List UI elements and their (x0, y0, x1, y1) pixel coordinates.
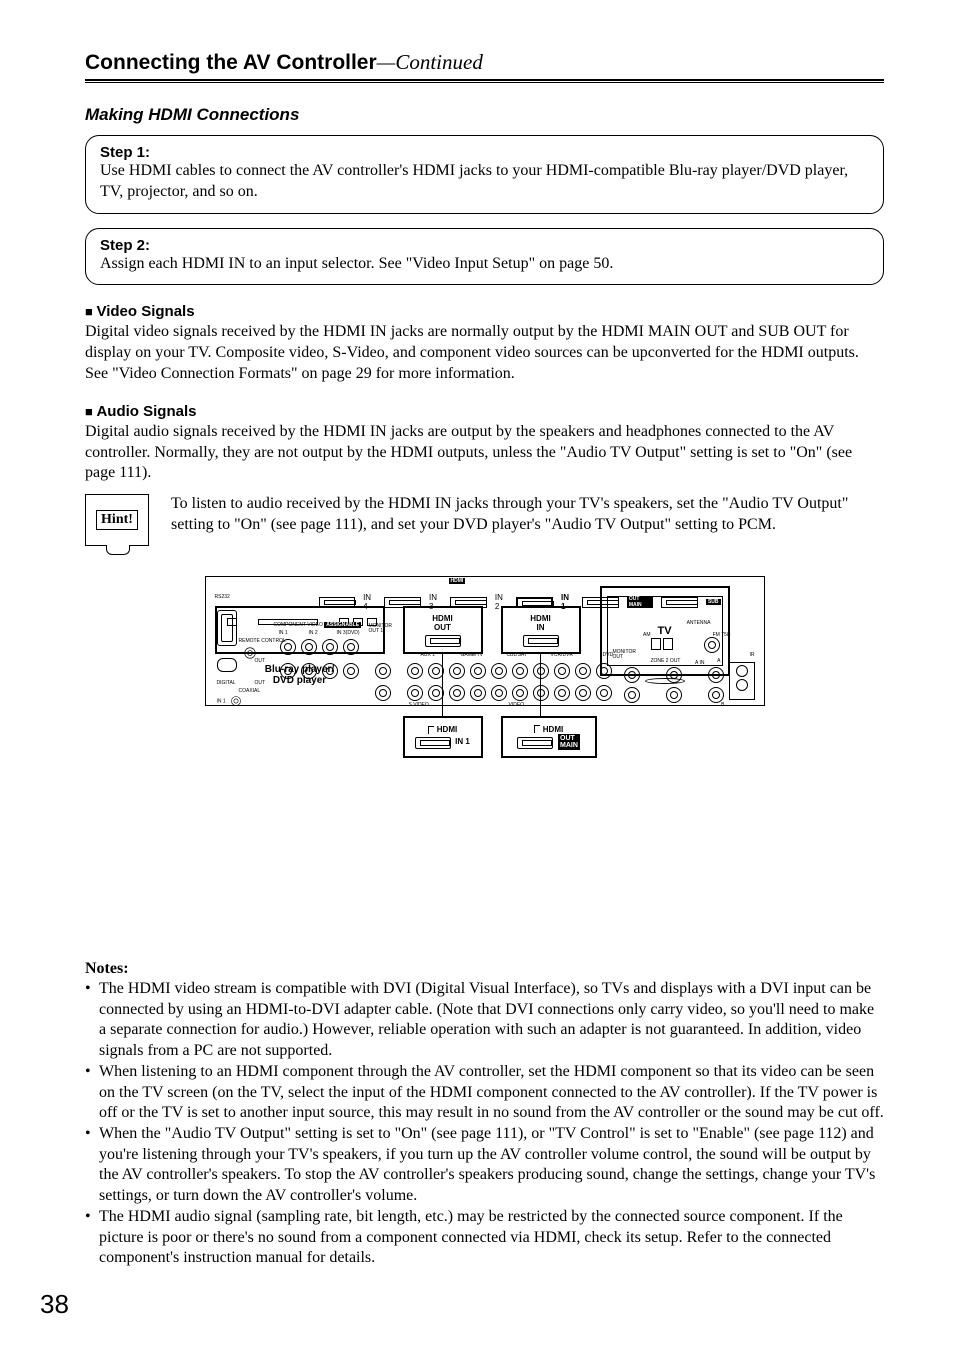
hint-label: Hint! (96, 510, 138, 530)
note-item: The HDMI video stream is compatible with… (85, 979, 884, 1061)
step-2-box: Step 2: Assign each HDMI IN to an input … (85, 228, 884, 286)
page-number: 38 (40, 1289, 69, 1320)
video-signals-text: Digital video signals received by the HD… (85, 322, 884, 384)
hint-text: To listen to audio received by the HDMI … (171, 494, 884, 536)
note-item: When the "Audio TV Output" setting is se… (85, 1124, 884, 1206)
diagram-rear-panel: HDMI IN 4 IN 3 IN 2 IN 1 OUT MAIN SUB RS… (205, 576, 765, 706)
header-title: Connecting the AV Controller (85, 51, 377, 74)
audio-signals-heading: Audio Signals (85, 403, 884, 420)
hint-row: Hint! To listen to audio received by the… (85, 494, 884, 546)
section-heading: Making HDMI Connections (85, 105, 884, 125)
step-1-text: Use HDMI cables to connect the AV contro… (100, 161, 869, 203)
notes-heading: Notes: (85, 960, 884, 978)
connection-diagram: Blu-ray player/ DVD player HDMI OUT HDMI… (205, 576, 765, 946)
audio-signals-text: Digital audio signals received by the HD… (85, 422, 884, 484)
page-header: Connecting the AV Controller—Continued (85, 50, 884, 81)
note-item: The HDMI audio signal (sampling rate, bi… (85, 1207, 884, 1268)
step-1-box: Step 1: Use HDMI cables to connect the A… (85, 135, 884, 214)
step-1-label: Step 1: (100, 144, 869, 161)
header-rule (85, 82, 884, 83)
hint-icon: Hint! (85, 494, 155, 546)
header-continued: —Continued (377, 50, 483, 74)
notes-list: The HDMI video stream is compatible with… (85, 979, 884, 1269)
note-item: When listening to an HDMI component thro… (85, 1062, 884, 1123)
video-signals-heading: Video Signals (85, 303, 884, 320)
step-2-text: Assign each HDMI IN to an input selector… (100, 254, 869, 275)
step-2-label: Step 2: (100, 237, 869, 254)
